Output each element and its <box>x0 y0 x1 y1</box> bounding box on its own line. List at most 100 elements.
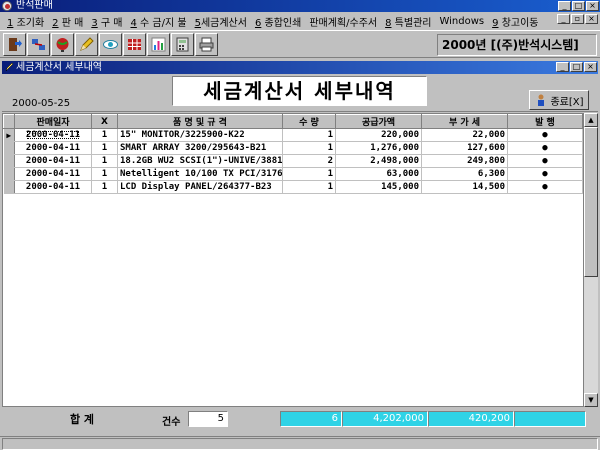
total-issued <box>514 411 586 427</box>
sale-date-cell[interactable]: 2000-04-11 <box>14 141 92 155</box>
menu-item-init[interactable]: 1 조기화 <box>3 14 48 29</box>
mdi-restore-button[interactable]: ▫ <box>571 14 584 24</box>
maximize-button[interactable]: □ <box>572 1 585 11</box>
col-x[interactable]: X <box>91 114 118 129</box>
issued-cell[interactable]: ● <box>507 154 583 168</box>
qty-cell[interactable]: 1 <box>282 167 336 181</box>
mdi-close-button[interactable]: × <box>585 14 598 24</box>
issued-cell[interactable]: ● <box>507 141 583 155</box>
page-title: 세금계산서 세부내역 <box>172 76 427 106</box>
amount-cell[interactable]: 145,000 <box>335 180 422 194</box>
item-cell[interactable]: 18.2GB WU2 SCSI(1")-UNIVE/38814 <box>117 154 283 168</box>
pencil-icon[interactable] <box>75 33 98 56</box>
x-cell[interactable]: 1 <box>91 180 118 194</box>
child-minimize-button[interactable]: _ <box>556 62 569 72</box>
grid-icon[interactable] <box>123 33 146 56</box>
table-row[interactable]: 2000-04-11 1 18.2GB WU2 SCSI(1")-UNIVE/3… <box>3 154 583 168</box>
minimize-button[interactable]: _ <box>558 1 571 11</box>
vat-cell[interactable]: 22,000 <box>421 128 508 142</box>
table-row[interactable]: 2000-04-11 1 Netelligent 10/100 TX PCI/3… <box>3 167 583 181</box>
x-cell[interactable]: 1 <box>91 154 118 168</box>
x-cell[interactable]: 1 <box>91 167 118 181</box>
exit-button[interactable]: 종료[X] <box>529 90 589 110</box>
app-logo-icon <box>2 1 12 11</box>
menu-item-sales[interactable]: 2 판 매 <box>48 14 87 29</box>
chart-icon[interactable] <box>147 33 170 56</box>
scroll-thumb[interactable] <box>584 127 598 277</box>
printer-icon[interactable] <box>195 33 218 56</box>
amount-cell[interactable]: 2,498,000 <box>335 154 422 168</box>
table-row[interactable]: 2000-04-11 1 LCD Display PANEL/264377-B2… <box>3 180 583 194</box>
eye-icon[interactable] <box>99 33 122 56</box>
status-bar <box>0 436 600 450</box>
issued-cell[interactable]: ● <box>507 180 583 194</box>
menu-item-windows[interactable]: Windows <box>435 16 488 27</box>
qty-cell[interactable]: 1 <box>282 141 336 155</box>
amount-cell[interactable]: 220,000 <box>335 128 422 142</box>
qty-cell[interactable]: 1 <box>282 128 336 142</box>
row-indicator <box>3 180 15 194</box>
globe-icon[interactable] <box>51 33 74 56</box>
total-quantity: 6 <box>280 411 342 427</box>
calculator-icon[interactable] <box>171 33 194 56</box>
child-window-title-bar: 세금계산서 세부내역 _ □ × <box>2 61 598 74</box>
sale-date-cell[interactable]: 2000-04-11 <box>14 167 92 181</box>
scroll-up-icon[interactable]: ▲ <box>584 113 598 127</box>
scroll-down-icon[interactable]: ▼ <box>584 393 598 407</box>
item-cell[interactable]: 15" MONITOR/3225900-K22 <box>117 128 283 142</box>
header-panel: 세금계산서 세부내역 2000-05-25 종료[X] <box>2 74 598 112</box>
menu-item-tax-invoice[interactable]: 5세금계산서 <box>191 14 251 29</box>
menu-item-purchase[interactable]: 3 구 매 <box>87 14 126 29</box>
vat-cell[interactable]: 14,500 <box>421 180 508 194</box>
col-quantity[interactable]: 수 량 <box>282 114 336 129</box>
item-cell[interactable]: LCD Display PANEL/264377-B23 <box>117 180 283 194</box>
item-cell[interactable]: SMART ARRAY 3200/295643-B21 <box>117 141 283 155</box>
sale-date-cell[interactable]: 2000-04-11 <box>14 180 92 194</box>
col-sale-date[interactable]: 판매일자 <box>14 114 92 129</box>
issued-cell[interactable]: ● <box>507 128 583 142</box>
vertical-scrollbar[interactable]: ▲ ▼ <box>584 113 598 407</box>
network-icon[interactable] <box>27 33 50 56</box>
menu-item-warehouse[interactable]: 9 창고이동 <box>488 14 542 29</box>
item-cell[interactable]: Netelligent 10/100 TX PCI/31760 <box>117 167 283 181</box>
qty-cell[interactable]: 2 <box>282 154 336 168</box>
total-vat: 420,200 <box>428 411 514 427</box>
vat-cell[interactable]: 6,300 <box>421 167 508 181</box>
issued-cell[interactable]: ● <box>507 167 583 181</box>
row-indicator <box>3 167 15 181</box>
vat-cell[interactable]: 249,800 <box>421 154 508 168</box>
menu-bar: 1 조기화 2 판 매 3 구 매 4 수 금/지 불 5세금계산서 6 종합인… <box>0 12 600 30</box>
col-vat[interactable]: 부 가 세 <box>421 114 508 129</box>
detail-grid[interactable]: 판매일자 X 품 명 및 규 격 수 량 공급가액 부 가 세 발 행 ▶ 20… <box>2 113 584 407</box>
table-row[interactable]: 2000-04-11 1 SMART ARRAY 3200/295643-B21… <box>3 141 583 155</box>
amount-cell[interactable]: 63,000 <box>335 167 422 181</box>
exit-icon[interactable] <box>3 33 26 56</box>
menu-item-special[interactable]: 8 특별관리 <box>381 14 435 29</box>
col-issued[interactable]: 발 행 <box>507 114 583 129</box>
child-close-button[interactable]: × <box>584 62 597 72</box>
x-cell[interactable]: 1 <box>91 141 118 155</box>
x-cell[interactable]: 1 <box>91 128 118 142</box>
menu-item-printing[interactable]: 6 종합인쇄 <box>251 14 305 29</box>
child-maximize-button[interactable]: □ <box>570 62 583 72</box>
amount-cell[interactable]: 1,276,000 <box>335 141 422 155</box>
col-item-spec[interactable]: 품 명 및 규 격 <box>117 114 283 129</box>
status-bar-cell <box>2 438 598 450</box>
row-indicator <box>3 154 15 168</box>
vat-cell[interactable]: 127,600 <box>421 141 508 155</box>
total-supply-amount: 4,202,000 <box>342 411 428 427</box>
sale-date-cell[interactable]: 2000-04-11 <box>26 130 80 140</box>
sale-date-cell[interactable]: 2000-04-11 <box>14 154 92 168</box>
table-row[interactable]: ▶ 2000-04-11 1 15" MONITOR/3225900-K22 1… <box>3 128 583 142</box>
qty-cell[interactable]: 1 <box>282 180 336 194</box>
menu-item-sales-plan[interactable]: 판매계획/수주서 <box>305 14 381 29</box>
report-date: 2000-05-25 <box>12 98 71 109</box>
mdi-minimize-button[interactable]: _ <box>557 14 570 24</box>
col-supply-amount[interactable]: 공급가액 <box>335 114 422 129</box>
row-indicator-header <box>3 114 15 129</box>
close-window-button[interactable]: × <box>586 1 599 11</box>
app-title: 반석판매 <box>16 0 53 11</box>
menu-item-receipts[interactable]: 4 수 금/지 불 <box>126 14 190 29</box>
toolbar: 2000년 [(주)반석시스템] <box>0 30 600 58</box>
total-label: 합 계 <box>69 413 95 426</box>
